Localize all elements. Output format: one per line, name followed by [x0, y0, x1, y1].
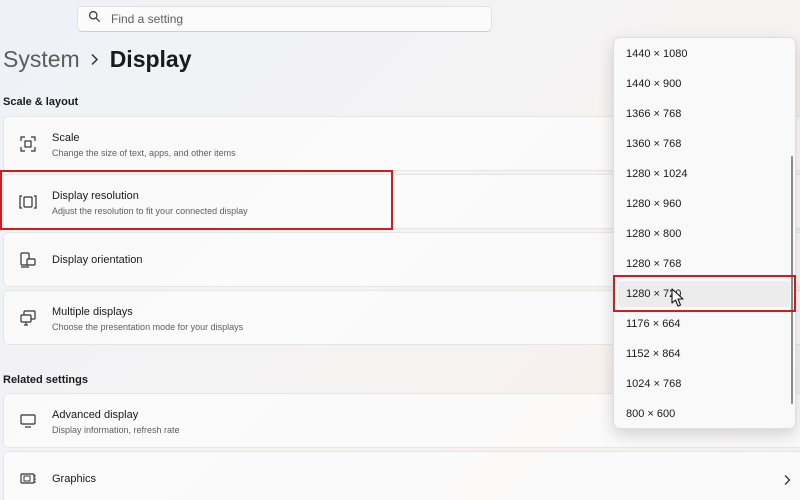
display-resolution-description: Adjust the resolution to fit your connec…: [52, 206, 248, 216]
graphics-chevron-icon: [782, 473, 792, 485]
resolution-option[interactable]: 1176 × 664: [618, 311, 790, 337]
resolution-option[interactable]: 1280 × 800: [618, 221, 790, 247]
multiple-displays-description: Choose the presentation mode for your di…: [52, 322, 244, 332]
resolution-option[interactable]: 1280 × 1024: [618, 161, 790, 187]
graphics-icon: [19, 470, 37, 488]
section-related-settings: Related settings: [3, 374, 88, 386]
advanced-display-description: Display information, refresh rate: [52, 425, 180, 435]
resolution-option[interactable]: 1440 × 900: [618, 71, 790, 97]
resolution-option[interactable]: 1280 × 960: [618, 191, 790, 217]
resolution-option[interactable]: 1152 × 864: [618, 341, 790, 367]
breadcrumb-system[interactable]: System: [3, 46, 80, 73]
graphics-card[interactable]: Graphics: [3, 451, 800, 500]
resolution-dropdown[interactable]: 1440 × 1080 1440 × 900 1366 × 768 1360 × 76…: [613, 37, 796, 429]
monitor-icon: [19, 412, 37, 430]
chevron-right-icon: [80, 53, 110, 66]
search-input[interactable]: Find a setting: [77, 6, 492, 32]
scale-icon: [19, 135, 37, 153]
resolution-option[interactable]: 800 × 600: [618, 401, 790, 427]
resolution-option[interactable]: 1280 × 768: [618, 251, 790, 277]
display-resolution-title: Display resolution: [52, 190, 139, 202]
resolution-icon: [19, 193, 37, 211]
multiple-displays-title: Multiple displays: [52, 306, 133, 318]
multiple-displays-icon: [19, 309, 37, 327]
page-title: Display: [109, 46, 192, 72]
resolution-option[interactable]: 1024 × 768: [618, 371, 790, 397]
graphics-title: Graphics: [52, 473, 97, 485]
display-orientation-title: Display orientation: [52, 254, 143, 266]
search-placeholder: Find a setting: [111, 12, 184, 26]
mouse-cursor-icon: [671, 288, 685, 308]
advanced-display-title: Advanced display: [52, 409, 139, 421]
scale-title: Scale: [52, 132, 80, 144]
scale-description: Change the size of text, apps, and other…: [52, 148, 236, 158]
section-scale-layout: Scale & layout: [3, 96, 79, 108]
resolution-option[interactable]: 1366 × 768: [618, 101, 790, 127]
resolution-option[interactable]: 1440 × 1080: [618, 41, 790, 67]
resolution-option[interactable]: 1360 × 768: [618, 131, 790, 157]
search-icon: [88, 10, 101, 28]
breadcrumb: System Display: [3, 46, 192, 73]
resolution-option[interactable]: 1280 × 720: [618, 281, 790, 307]
dropdown-scrollbar[interactable]: [791, 156, 793, 404]
orientation-icon: [19, 251, 37, 269]
